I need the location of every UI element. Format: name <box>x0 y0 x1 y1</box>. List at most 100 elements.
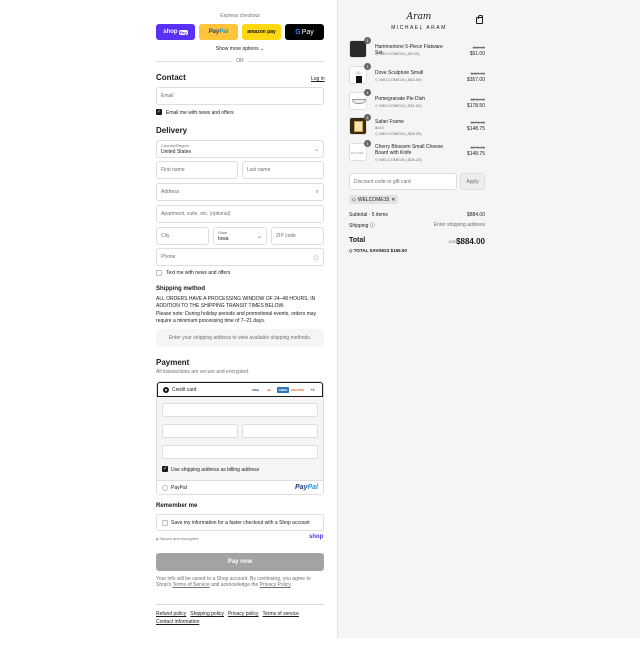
dove-shape <box>356 71 361 75</box>
checkout-form-panel: Express checkout shop Pay Pay Pal amazon p… <box>0 0 337 638</box>
remember-me-label: Save my information for a faster checkou… <box>171 520 310 526</box>
brand-logo[interactable]: Aram MICHAEL ARAM <box>389 12 449 31</box>
last-name-placeholder: Last name <box>247 167 271 173</box>
cart-item: 1 Safari Frame 8x10 ◇ WELCOME15 (-$26.25… <box>349 114 485 139</box>
total-savings-label: TOTAL SAVINGS <box>353 248 390 253</box>
shop-pay-button[interactable]: shop Pay <box>156 24 195 40</box>
contact-information-link[interactable]: Contact information <box>156 619 199 625</box>
contact-heading: Contact <box>156 73 186 82</box>
paypal-text-b: Pal <box>219 29 229 35</box>
text-offers-checkbox[interactable] <box>156 270 162 276</box>
shipping-holiday-note: Please note: During holiday periods and … <box>156 311 317 324</box>
secure-label: 🔒︎ Secure and encrypted <box>156 536 198 541</box>
item-original-price: $210.00 <box>470 97 485 102</box>
apartment-field[interactable]: Apartment, suite, etc. (optional) <box>156 205 324 223</box>
pay-now-button[interactable]: Pay now <box>156 553 324 571</box>
login-link[interactable]: Log in <box>311 76 325 82</box>
card-details-form: ✓ Use shipping address as billing addres… <box>157 397 323 480</box>
item-price: $148.75 <box>466 151 485 157</box>
card-number-field[interactable] <box>162 403 318 417</box>
item-discount-text: WELCOME15 (-$26.25) <box>379 131 422 136</box>
item-name: Cherry Blossom Small Cheese Board with K… <box>375 144 444 156</box>
privacy-link[interactable]: Privacy Policy <box>260 582 291 588</box>
product-thumbnail-text: ECLIPSE <box>351 151 364 155</box>
apply-button[interactable]: Apply <box>460 173 485 190</box>
paypal-express-button[interactable]: Pay Pal <box>199 24 238 40</box>
secure-text: Secure and encrypted <box>159 536 199 541</box>
billing-address-checkbox[interactable]: ✓ <box>162 466 168 472</box>
mastercard-icon: ●● <box>267 388 271 392</box>
last-name-field[interactable]: Last name <box>242 161 324 179</box>
tag-icon: ◇ <box>352 196 356 203</box>
terms-of-service-link[interactable]: Terms of service <box>263 611 299 617</box>
item-price: $178.50 <box>466 103 485 109</box>
chevron-down-icon: ⌄ <box>313 147 319 153</box>
item-original-price: $175.00 <box>470 120 485 125</box>
credit-card-radio[interactable] <box>163 387 169 393</box>
show-more-options-button[interactable]: Show more options ⌄ <box>156 46 324 52</box>
paypal-logo-b: Pal <box>307 484 318 491</box>
footer-links: Refund policy Shipping policy Privacy poli… <box>156 610 324 626</box>
shop-logo: shop <box>309 534 324 540</box>
google-pay-button[interactable]: G Pay <box>285 24 324 40</box>
chevron-down-icon: ⌄ <box>256 234 262 240</box>
help-icon[interactable]: ⓘ <box>313 254 319 263</box>
brand-signature: Aram <box>406 12 432 22</box>
item-original-price: $420.00 <box>470 71 485 76</box>
news-checkbox[interactable]: ✓ <box>156 109 162 115</box>
billing-address-label: Use shipping address as billing address <box>171 467 260 473</box>
city-placeholder: City <box>161 233 170 239</box>
item-original-price: $175.00 <box>470 145 485 150</box>
discount-tag-code: WELCOME15 <box>357 196 390 203</box>
email-field[interactable]: Email <box>156 87 324 105</box>
amazon-pay-button[interactable]: amazon pay <box>242 24 281 40</box>
item-variant: 8x10 <box>375 125 384 130</box>
item-discount-text: WELCOME15 (-$26.25) <box>379 157 422 162</box>
item-price: $51.00 <box>469 51 485 57</box>
news-label: Email me with news and offers <box>166 110 234 116</box>
gpay-text: Pay <box>301 28 314 36</box>
refund-policy-link[interactable]: Refund policy <box>156 611 186 617</box>
help-icon[interactable]: ⓘ <box>370 223 375 229</box>
state-value: Iowa <box>218 236 229 242</box>
shipping-value: Enter shipping address <box>433 222 485 228</box>
discover-icon: DISCOVER <box>290 388 305 392</box>
cart-item: ECLIPSE 1 Cherry Blossom Small Cheese Bo… <box>349 140 485 165</box>
close-icon[interactable]: ✕ <box>391 197 395 203</box>
subtotal-row: Subtotal · 5 items $884.00 <box>349 212 485 218</box>
shipping-policy-link[interactable]: Shipping policy <box>190 611 224 617</box>
terms-link[interactable]: Terms of Service <box>172 582 209 588</box>
paypal-option[interactable]: PayPal PayPal <box>157 480 323 494</box>
quantity-badge: 1 <box>364 37 371 44</box>
remember-me-checkbox[interactable] <box>162 520 168 526</box>
delivery-heading: Delivery <box>156 126 188 135</box>
credit-card-option[interactable]: Credit card VISA ●● AMEX DISCOVER +4 <box>157 382 323 397</box>
first-name-field[interactable]: First name <box>156 161 238 179</box>
zip-field[interactable]: ZIP code <box>271 227 324 245</box>
phone-field[interactable]: Phone ⓘ <box>156 248 324 266</box>
quantity-badge: 1 <box>364 114 371 121</box>
item-discount: ◇ WELCOME15 (-$26.25) <box>375 131 422 136</box>
cart-item: 1 Dove Sculpture Small ◇ WELCOME15 (-$63… <box>349 63 485 88</box>
city-field[interactable]: City <box>156 227 209 245</box>
state-label: State <box>218 230 228 235</box>
item-discount-text: WELCOME15 (-$31.50) <box>379 103 422 108</box>
country-select[interactable]: Country/Region United States ⌄ <box>156 140 324 158</box>
payment-subtitle: All transactions are secure and encrypte… <box>156 369 250 375</box>
paypal-radio[interactable] <box>162 485 168 491</box>
tag-icon: ◇ <box>375 103 379 108</box>
discount-code-input[interactable]: Discount code or gift card <box>349 173 457 190</box>
name-on-card-field[interactable] <box>162 445 318 459</box>
paypal-text-a: Pay <box>208 29 220 35</box>
state-select[interactable]: State Iowa ⌄ <box>213 227 267 245</box>
first-name-placeholder: First name <box>161 167 185 173</box>
shopping-bag-icon[interactable] <box>476 15 483 24</box>
tag-icon: ◇ <box>375 131 379 136</box>
expiration-field[interactable] <box>162 424 238 438</box>
privacy-policy-link[interactable]: Privacy policy <box>228 611 259 617</box>
total-row: Total USD $884.00 <box>349 237 485 246</box>
shipping-row: Shipping ⓘ Enter shipping address <box>349 222 485 229</box>
security-code-field[interactable] <box>242 424 318 438</box>
address-field[interactable]: Address ⌕ <box>156 183 324 201</box>
quantity-badge: 1 <box>364 63 371 70</box>
